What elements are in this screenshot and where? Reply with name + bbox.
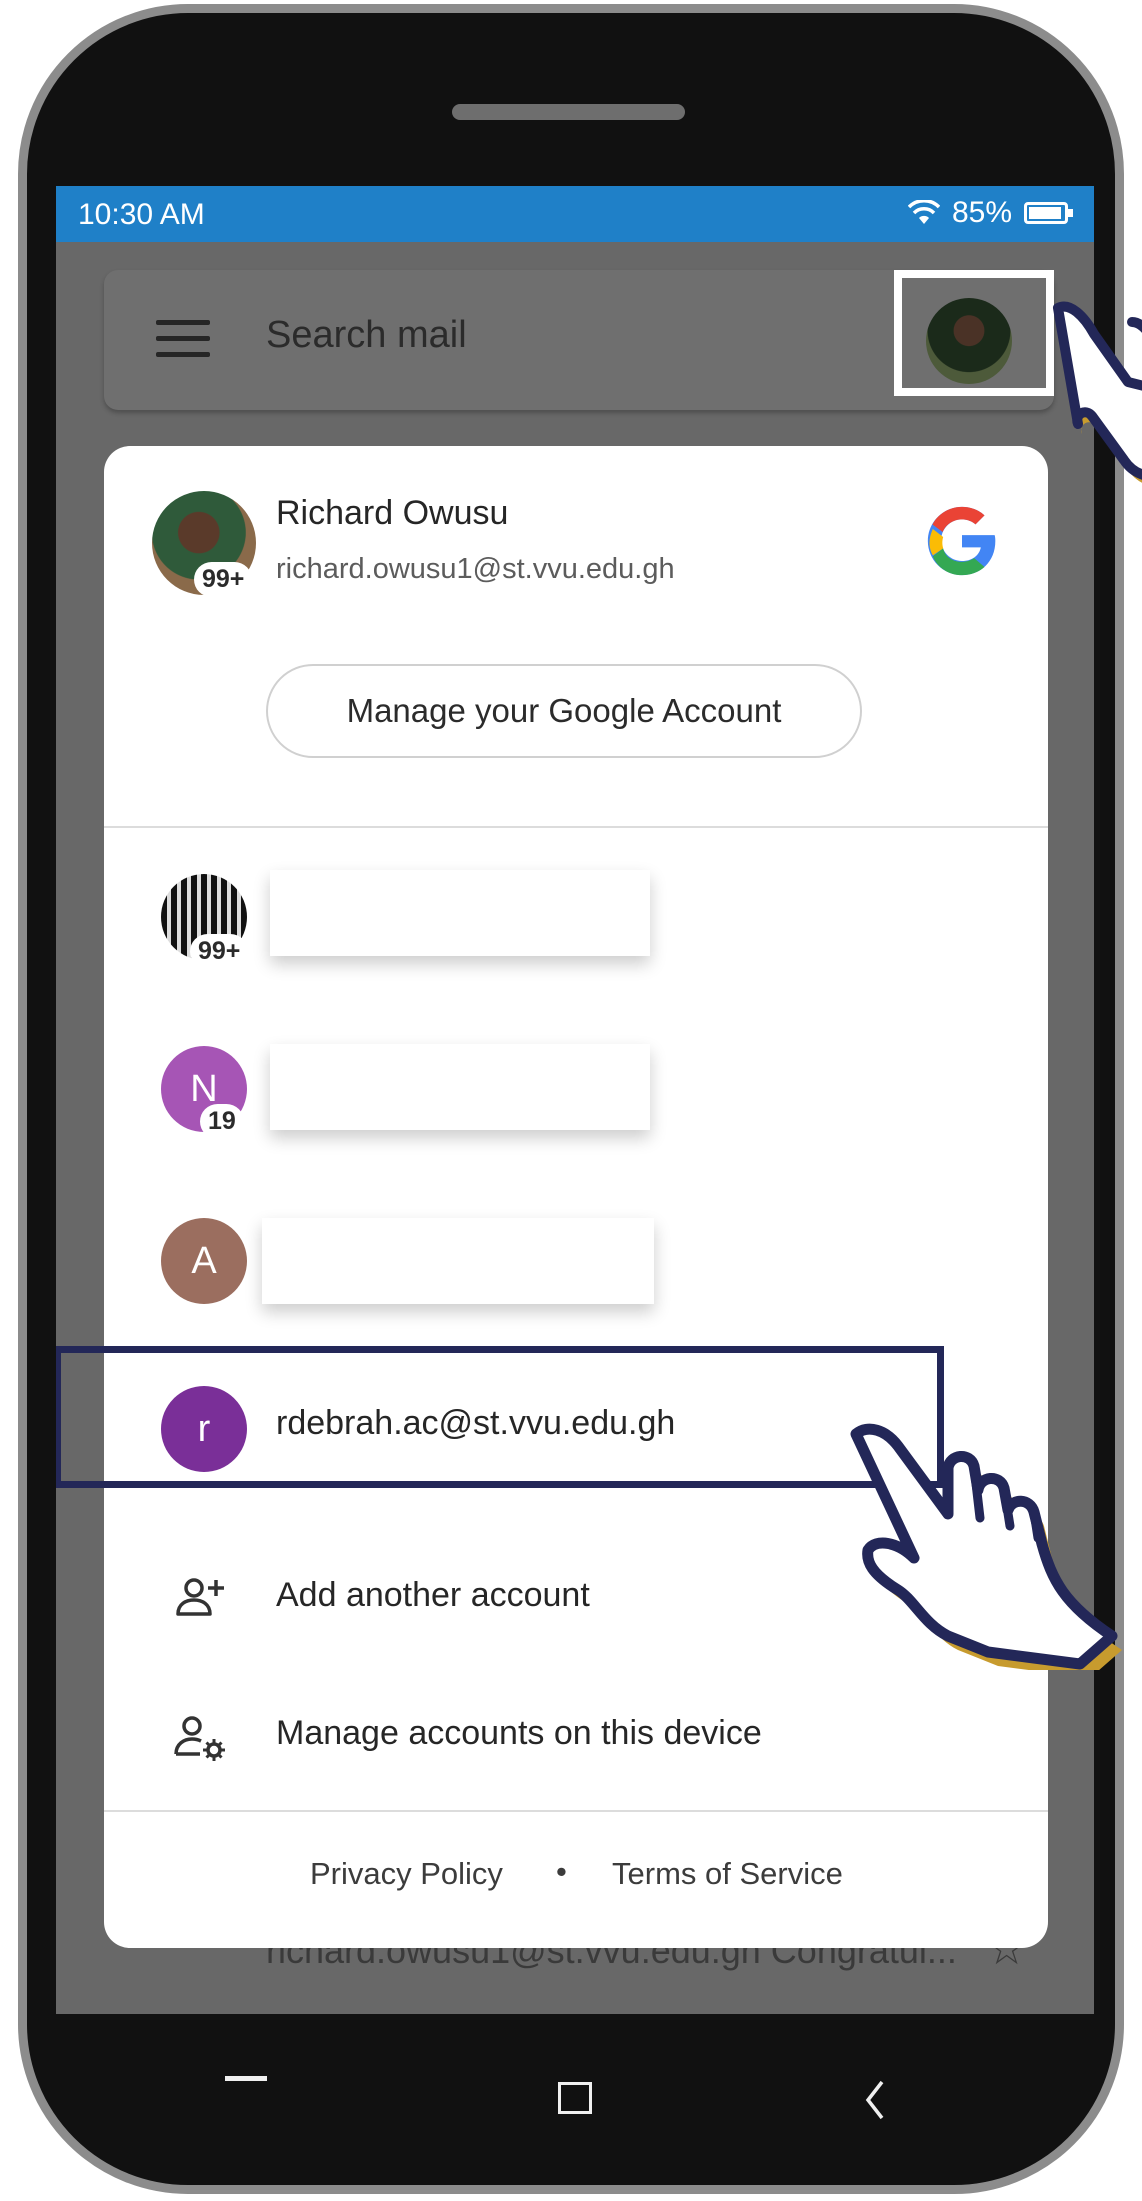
add-account-button[interactable]: Add another account: [276, 1576, 590, 1615]
pointing-hand-icon: [850, 1423, 1122, 1670]
privacy-policy-link[interactable]: Privacy Policy: [310, 1856, 503, 1892]
search-input[interactable]: Search mail: [266, 314, 467, 357]
account-2-badge: 19: [202, 1106, 242, 1137]
redacted-email-2: [270, 1044, 650, 1130]
account-1-badge: 99+: [192, 936, 247, 967]
battery-percent: 85%: [951, 196, 1012, 229]
manage-google-account-button[interactable]: Manage your Google Account: [266, 664, 862, 758]
redacted-email-1: [270, 870, 650, 956]
person-add-icon: [176, 1578, 224, 1616]
account-email: richard.owusu1@st.vvu.edu.gh: [276, 553, 675, 585]
account-name: Richard Owusu: [276, 494, 509, 532]
phone-speaker: [452, 104, 685, 120]
manage-accounts-button[interactable]: Manage accounts on this device: [276, 1714, 762, 1753]
terms-of-service-link[interactable]: Terms of Service: [612, 1856, 843, 1892]
battery-icon: [1024, 202, 1073, 224]
back-button[interactable]: [860, 2076, 890, 2124]
wifi-icon: [907, 200, 940, 224]
battery-fill: [1029, 207, 1062, 219]
hamburger-menu-icon[interactable]: [156, 320, 210, 358]
phone-screen: 10:30 AM 85% Search mail richard.owusu1@…: [56, 186, 1094, 2014]
redacted-email-3: [262, 1218, 654, 1304]
person-gear-icon: [174, 1716, 225, 1761]
unread-count-badge: 99+: [196, 564, 251, 595]
pointing-hand-icon: [1053, 301, 1142, 483]
status-right: 85%: [907, 196, 1073, 230]
account-avatar-3[interactable]: A: [161, 1218, 247, 1304]
divider: [104, 826, 1048, 828]
divider: [104, 1810, 1048, 1812]
google-logo: [927, 506, 996, 576]
account-switcher-card: 99+ Richard Owusu richard.owusu1@st.vvu.…: [56, 446, 1048, 1948]
status-bar: 10:30 AM 85%: [56, 186, 1094, 242]
home-button[interactable]: [558, 2082, 592, 2114]
status-time: 10:30 AM: [78, 198, 205, 231]
recent-apps-button[interactable]: [225, 2076, 267, 2081]
account-highlight-box: [56, 1346, 944, 1488]
separator-dot: •: [556, 1854, 567, 1889]
